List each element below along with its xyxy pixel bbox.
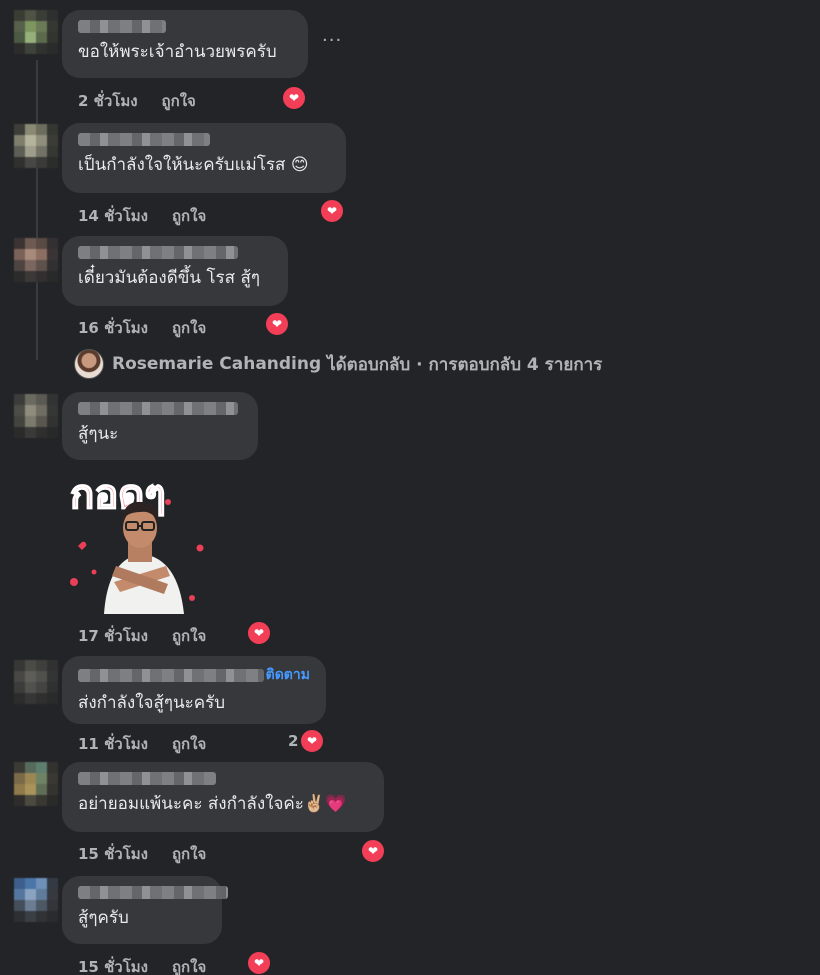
comment-header: ติดตาม [78, 664, 310, 686]
author-name-redacted[interactable] [78, 886, 228, 899]
avatar[interactable] [14, 762, 58, 806]
author-name-redacted[interactable] [78, 246, 238, 259]
comments-panel: ขอให้พระเจ้าอำนวยพรครับ ··· 2 ชั่วโมงถูก… [0, 0, 820, 975]
avatar[interactable] [14, 878, 58, 922]
heart-icon[interactable]: ❤ [319, 198, 345, 224]
reply-summary: ได้ตอบกลับ · การตอบกลับ 4 รายการ [327, 354, 603, 375]
avatar[interactable] [14, 238, 58, 282]
reply-author-name[interactable]: Rosemarie Cahanding [112, 354, 321, 374]
comment-meta: 11 ชั่วโมง ถูกใจ [78, 732, 206, 756]
like-button[interactable]: ถูกใจ [172, 735, 206, 753]
comment-text: ส่งกำลังใจสู้ๆนะครับ [78, 693, 226, 713]
timestamp[interactable]: 11 ชั่วโมง [78, 735, 148, 753]
author-name-redacted[interactable] [78, 668, 264, 682]
timestamp[interactable]: 15 ชั่วโมง [78, 845, 148, 863]
like-button[interactable]: ถูกใจ [172, 958, 206, 975]
avatar[interactable] [14, 660, 58, 704]
thread-line [36, 60, 38, 360]
comment-bubble[interactable]: เดี๋ยวมันต้องดีขึ้น โรส สู้ๆ [62, 236, 288, 306]
comment-meta: 15 ชั่วโมง ถูกใจ [78, 842, 206, 866]
comment-text: สู้ๆครับ [78, 908, 129, 928]
heart-icon[interactable]: ❤ [281, 85, 307, 111]
reaction-count[interactable]: 2 [288, 732, 298, 750]
timestamp[interactable]: 17 ชั่วโมง [78, 627, 148, 645]
like-button[interactable]: ถูกใจ [172, 319, 206, 337]
like-button[interactable]: ถูกใจ [172, 845, 206, 863]
avatar[interactable] [14, 10, 58, 54]
victory-heart-emoji-icon: ✌🏼💗 [303, 794, 347, 814]
author-name-redacted[interactable] [78, 133, 210, 146]
comment-meta: 15 ชั่วโมง ถูกใจ [78, 955, 206, 975]
smile-emoji-icon: 😊 [290, 155, 309, 175]
comment-bubble[interactable]: ขอให้พระเจ้าอำนวยพรครับ [62, 10, 308, 78]
comment-meta: 2 ชั่วโมง ถูกใจ [78, 89, 196, 113]
like-button[interactable]: ถูกใจ [162, 92, 196, 110]
more-options-icon[interactable]: ··· [322, 30, 342, 51]
comment-bubble[interactable]: อย่ายอมแพ้นะคะ ส่งกำลังใจค่ะ✌🏼💗 [62, 762, 384, 832]
comment-bubble[interactable]: สู้ๆนะ [62, 392, 258, 460]
comment-text: อย่ายอมแพ้นะคะ ส่งกำลังใจค่ะ✌🏼💗 [78, 794, 347, 814]
comment-meta: 17 ชั่วโมง ถูกใจ [78, 624, 206, 648]
hug-sticker[interactable]: กอดๆ [64, 462, 214, 622]
like-button[interactable]: ถูกใจ [172, 627, 206, 645]
comment-bubble[interactable]: เป็นกำลังใจให้นะครับแม่โรส 😊 [62, 123, 346, 193]
follow-button[interactable]: ติดตาม [266, 664, 310, 686]
like-button[interactable]: ถูกใจ [172, 207, 206, 225]
heart-icon[interactable]: ❤ [246, 950, 272, 975]
comment-text: สู้ๆนะ [78, 424, 119, 444]
comment-meta: 16 ชั่วโมง ถูกใจ [78, 316, 206, 340]
comment-text: เป็นกำลังใจให้นะครับแม่โรส 😊 [78, 155, 309, 175]
heart-icon[interactable]: ❤ [360, 838, 386, 864]
avatar[interactable] [14, 394, 58, 438]
timestamp[interactable]: 2 ชั่วโมง [78, 92, 138, 110]
comment-text: ขอให้พระเจ้าอำนวยพรครับ [78, 42, 277, 62]
comment-bubble[interactable]: ติดตาม ส่งกำลังใจสู้ๆนะครับ [62, 656, 326, 724]
timestamp[interactable]: 16 ชั่วโมง [78, 319, 148, 337]
timestamp[interactable]: 14 ชั่วโมง [78, 207, 148, 225]
timestamp[interactable]: 15 ชั่วโมง [78, 958, 148, 975]
author-name-redacted[interactable] [78, 772, 216, 785]
heart-icon[interactable]: ❤ [299, 728, 325, 754]
comment-bubble[interactable]: สู้ๆครับ [62, 876, 228, 944]
view-replies-link[interactable]: Rosemarie Cahanding ได้ตอบกลับ · การตอบก… [74, 349, 603, 379]
comment-text: เดี๋ยวมันต้องดีขึ้น โรส สู้ๆ [78, 268, 260, 288]
comment-meta: 14 ชั่วโมง ถูกใจ [78, 204, 206, 228]
avatar[interactable] [14, 124, 58, 168]
heart-icon[interactable]: ❤ [246, 620, 272, 646]
reply-author-avatar [74, 349, 104, 379]
author-name-redacted[interactable] [78, 20, 166, 33]
author-name-redacted[interactable] [78, 402, 238, 415]
heart-icon[interactable]: ❤ [264, 311, 290, 337]
